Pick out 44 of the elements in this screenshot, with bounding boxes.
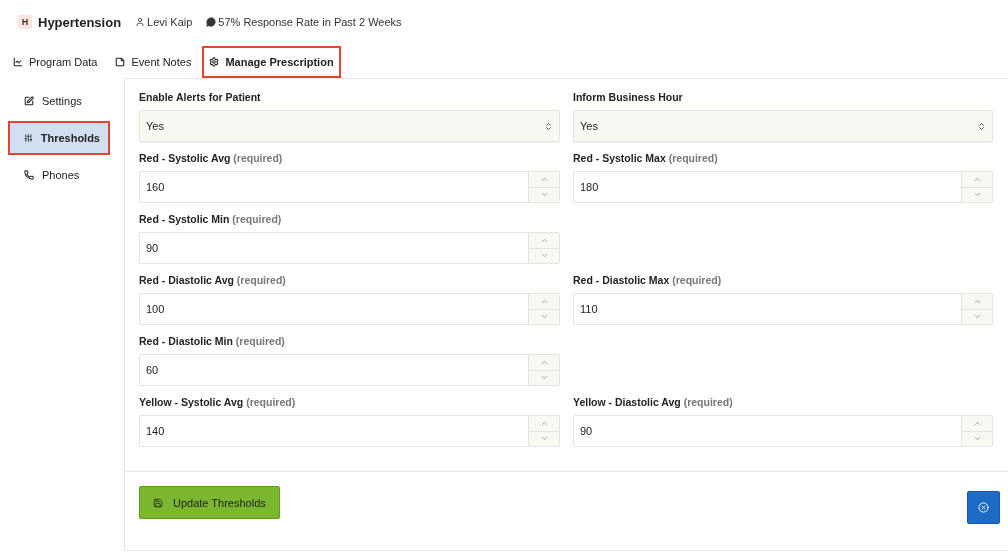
select-arrows-icon [544,121,553,131]
field-label: Enable Alerts for Patient [139,91,262,104]
edit-icon [24,96,34,106]
field-label: Yellow - Systolic Avg (required) [139,396,297,409]
field-label: Inform Business Hour [573,91,684,104]
sidebar-item[interactable]: Thresholds [8,121,110,155]
select-arrows-icon [977,121,986,131]
program-title: Hypertension [38,14,122,30]
gear-icon [209,57,220,67]
update-thresholds-button[interactable]: Update Thresholds [139,486,280,519]
number-field[interactable]: 100 [139,293,560,325]
select-field[interactable]: Yes [139,110,560,142]
field-label: Red - Systolic Avg (required) [139,152,284,165]
field-label: Yellow - Diastolic Avg (required) [573,396,734,409]
select-field[interactable]: Yes [573,110,993,142]
number-field[interactable]: 110 [573,293,993,325]
line-chart-icon [13,57,23,67]
field-label: Red - Systolic Max (required) [573,152,719,165]
tab[interactable]: Manage Prescription [202,46,341,78]
sidebar-item[interactable]: Settings [8,84,110,118]
field-label: Red - Diastolic Avg (required) [139,274,287,287]
patient-name: Levi Kaip [147,16,193,28]
save-icon [153,497,163,508]
tab[interactable]: Event Notes [108,46,199,78]
number-field[interactable]: 90 [573,415,993,447]
response-rate: 57% Response Rate in Past 2 Weeks [218,16,402,28]
note-icon [115,57,126,67]
number-field[interactable]: 60 [139,354,560,386]
program-badge: H [18,15,32,29]
tab[interactable]: Program Data [6,46,105,78]
number-field[interactable]: 90 [139,232,560,264]
close-icon [978,502,989,513]
phone-icon [24,170,34,180]
sidebar-item[interactable]: Phones [8,158,110,192]
number-field[interactable]: 180 [573,171,993,203]
close-button[interactable] [967,491,1000,524]
number-field[interactable]: 140 [139,415,560,447]
sliders-icon [24,133,33,143]
chat-icon [206,17,217,27]
field-label: Red - Diastolic Max (required) [573,274,723,287]
field-label: Red - Diastolic Min (required) [139,335,286,348]
field-label: Red - Systolic Min (required) [139,213,283,226]
user-icon [135,17,146,27]
number-field[interactable]: 160 [139,171,560,203]
